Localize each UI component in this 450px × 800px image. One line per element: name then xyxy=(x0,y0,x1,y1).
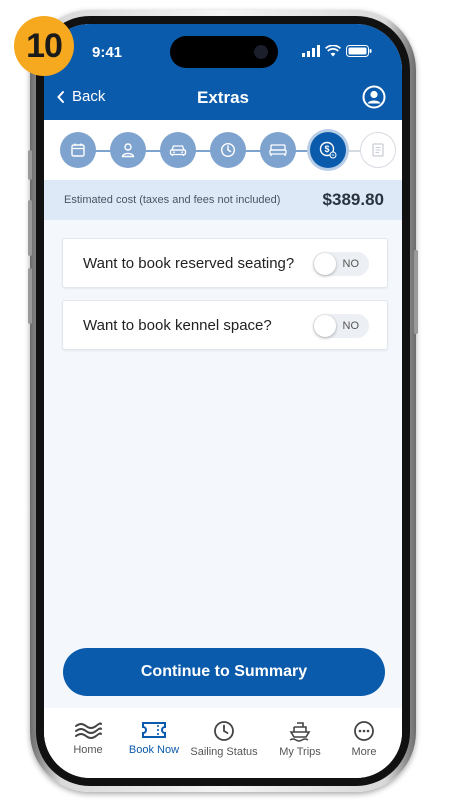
person-icon xyxy=(121,143,135,158)
app-header: 9:41 Back Extras xyxy=(44,24,402,120)
clock-icon xyxy=(220,142,236,158)
tab-label: Home xyxy=(73,744,103,756)
booking-steps: $ xyxy=(44,120,402,180)
toggle-knob xyxy=(314,315,336,337)
step-summary[interactable] xyxy=(360,132,396,168)
kennel-space-option: Want to book kennel space? NO xyxy=(62,300,388,350)
wifi-icon xyxy=(325,45,341,57)
page-title: Extras xyxy=(197,88,249,107)
status-time: 9:41 xyxy=(92,44,123,61)
toggle-state-label: NO xyxy=(342,320,360,332)
step-accommodation[interactable] xyxy=(260,132,296,168)
bottom-tab-bar: Home Book Now Sailing Status My Trips Mo… xyxy=(44,708,402,778)
phone-volume-up-button xyxy=(28,200,32,256)
tab-book-now[interactable]: Book Now xyxy=(118,720,190,756)
waves-icon xyxy=(75,722,102,739)
user-profile-icon xyxy=(362,85,386,109)
calendar-icon xyxy=(71,143,85,157)
step-number-badge: 10 xyxy=(14,16,74,76)
more-icon xyxy=(354,721,374,741)
tab-label: Sailing Status xyxy=(190,746,258,758)
profile-button[interactable] xyxy=(362,85,386,114)
phone-volume-down-button xyxy=(28,268,32,324)
bed-icon xyxy=(269,144,287,156)
summary-icon xyxy=(372,143,384,157)
toggle-state-label: NO xyxy=(342,258,360,270)
car-icon xyxy=(169,145,187,156)
toggle-knob xyxy=(314,253,336,275)
reserved-seating-option: Want to book reserved seating? NO xyxy=(62,238,388,288)
tab-sailing-status[interactable]: Sailing Status xyxy=(188,720,260,758)
reserved-seating-label: Want to book reserved seating? xyxy=(83,255,295,272)
step-passengers[interactable] xyxy=(110,132,146,168)
tab-my-trips[interactable]: My Trips xyxy=(264,720,336,758)
battery-icon xyxy=(346,45,372,57)
tab-label: Book Now xyxy=(128,744,180,756)
signal-icon xyxy=(302,45,320,57)
clock-icon xyxy=(214,721,234,741)
continue-to-summary-button[interactable]: Continue to Summary xyxy=(63,648,385,696)
estimated-cost-bar: Estimated cost (taxes and fees not inclu… xyxy=(44,180,402,220)
step-date[interactable] xyxy=(60,132,96,168)
status-icons xyxy=(302,45,372,57)
tab-home[interactable]: Home xyxy=(52,720,124,756)
tab-label: More xyxy=(351,746,377,758)
ferry-icon xyxy=(289,722,311,742)
tab-more[interactable]: More xyxy=(328,720,400,758)
step-vehicle[interactable] xyxy=(160,132,196,168)
kennel-space-label: Want to book kennel space? xyxy=(83,317,272,334)
step-extras[interactable]: $ xyxy=(310,132,346,168)
estimated-cost-label: Estimated cost (taxes and fees not inclu… xyxy=(64,194,281,206)
ticket-icon xyxy=(142,722,166,738)
step-sailing-time[interactable] xyxy=(210,132,246,168)
phone-mute-button xyxy=(28,150,32,180)
svg-text:$: $ xyxy=(324,144,329,154)
dollar-icon: $ xyxy=(319,141,337,159)
dynamic-island xyxy=(170,36,278,68)
kennel-space-toggle[interactable]: NO xyxy=(313,314,369,338)
tab-label: My Trips xyxy=(279,746,321,758)
reserved-seating-toggle[interactable]: NO xyxy=(313,252,369,276)
phone-power-button xyxy=(414,250,418,334)
estimated-cost-value: $389.80 xyxy=(322,190,384,209)
app-screen: 9:41 Back Extras $ Estimated cost (taxes… xyxy=(44,24,402,778)
